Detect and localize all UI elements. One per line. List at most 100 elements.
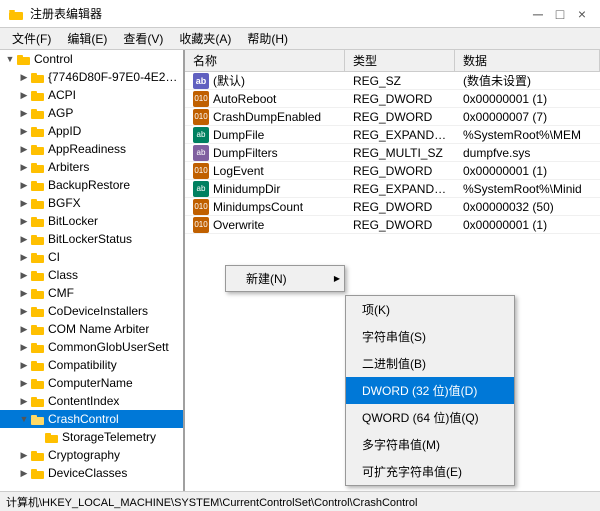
menu-item-v[interactable]: 查看(V) xyxy=(115,28,171,49)
tree-expander-crashcontrol: ▼ xyxy=(18,413,30,425)
new-menu-trigger[interactable]: 新建(N) xyxy=(226,266,344,291)
folder-icon-commonglobusersett xyxy=(30,339,46,355)
table-row[interactable]: abDumpFileREG_EXPAND_SZ%SystemRoot%\MEM xyxy=(185,126,600,144)
cell-name: 010MinidumpsCount xyxy=(185,198,345,216)
table-row[interactable]: 010OverwriteREG_DWORD0x00000001 (1) xyxy=(185,216,600,234)
tree-label-control: Control xyxy=(34,52,73,66)
tree-item-cryptography[interactable]: ▶Cryptography xyxy=(0,446,183,464)
value-name: MinidumpsCount xyxy=(213,200,303,214)
tree-item-bitlocker[interactable]: ▶BitLocker xyxy=(0,212,183,230)
menu-item-h[interactable]: 帮助(H) xyxy=(239,28,296,49)
cell-name: abDumpFile xyxy=(185,126,345,144)
tree-expander-acpi: ▶ xyxy=(18,89,30,101)
tree-item-comnamearbiter[interactable]: ▶COM Name Arbiter xyxy=(0,320,183,338)
tree-expander-contentindex: ▶ xyxy=(18,395,30,407)
tree-label-cmf: CMF xyxy=(48,286,74,300)
status-path: 计算机\HKEY_LOCAL_MACHINE\SYSTEM\CurrentCon… xyxy=(6,494,417,510)
tree-item-acpi[interactable]: ▶ACPI xyxy=(0,86,183,104)
tree-item-contentindex[interactable]: ▶ContentIndex xyxy=(0,392,183,410)
sub-menu: 项(K)字符串值(S)二进制值(B)DWORD (32 位)值(D)QWORD … xyxy=(345,295,515,486)
folder-icon-computername xyxy=(30,375,46,391)
value-icon: ab xyxy=(193,73,209,89)
table-row[interactable]: ab(默认)REG_SZ(数值未设置) xyxy=(185,72,600,90)
cell-name: abDumpFilters xyxy=(185,144,345,162)
value-icon: 010 xyxy=(193,109,209,125)
tree-item-cmf[interactable]: ▶CMF xyxy=(0,284,183,302)
value-name: CrashDumpEnabled xyxy=(213,110,321,124)
sub-menu-item[interactable]: 二进制值(B) xyxy=(346,350,514,377)
tree-label-7746: {7746D80F-97E0-4E26-... xyxy=(48,70,181,84)
cell-data: 0x00000001 (1) xyxy=(455,163,600,179)
tree-item-backuprestore[interactable]: ▶BackupRestore xyxy=(0,176,183,194)
menu-item-a[interactable]: 收藏夹(A) xyxy=(171,28,239,49)
tree-label-crashcontrol: CrashControl xyxy=(48,412,119,426)
tree-item-compatibility[interactable]: ▶Compatibility xyxy=(0,356,183,374)
cell-type: REG_DWORD xyxy=(345,163,455,179)
tree-item-ci[interactable]: ▶CI xyxy=(0,248,183,266)
sub-menu-item[interactable]: 字符串值(S) xyxy=(346,323,514,350)
folder-icon-contentindex xyxy=(30,393,46,409)
tree-expander-storagetelemetry xyxy=(32,431,44,443)
cell-data: %SystemRoot%\Minid xyxy=(455,181,600,197)
table-row[interactable]: abDumpFiltersREG_MULTI_SZdumpfve.sys xyxy=(185,144,600,162)
table-row[interactable]: 010AutoRebootREG_DWORD0x00000001 (1) xyxy=(185,90,600,108)
tree-item-agp[interactable]: ▶AGP xyxy=(0,104,183,122)
tree-item-appreadiness[interactable]: ▶AppReadiness xyxy=(0,140,183,158)
tree-expander-ci: ▶ xyxy=(18,251,30,263)
tree-item-appid[interactable]: ▶AppID xyxy=(0,122,183,140)
cell-name: ab(默认) xyxy=(185,71,345,90)
value-icon: 010 xyxy=(193,91,209,107)
menu-item-e[interactable]: 编辑(E) xyxy=(59,28,115,49)
tree-item-bgfx[interactable]: ▶BGFX xyxy=(0,194,183,212)
tree-label-bgfx: BGFX xyxy=(48,196,81,210)
cell-data: 0x00000007 (7) xyxy=(455,109,600,125)
tree-item-computername[interactable]: ▶ComputerName xyxy=(0,374,183,392)
sub-menu-item[interactable]: 项(K) xyxy=(346,296,514,323)
tree-expander-7746: ▶ xyxy=(18,71,30,83)
table-body: ab(默认)REG_SZ(数值未设置)010AutoRebootREG_DWOR… xyxy=(185,72,600,234)
folder-icon-crashcontrol xyxy=(30,411,46,427)
folder-icon-ci xyxy=(30,249,46,265)
menu-item-f[interactable]: 文件(F) xyxy=(4,28,59,49)
tree-item-control[interactable]: ▼Control xyxy=(0,50,183,68)
cell-name: abMinidumpDir xyxy=(185,180,345,198)
value-name: DumpFile xyxy=(213,128,264,142)
tree-item-crashcontrol[interactable]: ▼ CrashControl xyxy=(0,410,183,428)
value-name: (默认) xyxy=(213,72,245,89)
main-content: ▼Control▶{7746D80F-97E0-4E26-...▶ACPI▶AG… xyxy=(0,50,600,491)
tree-item-commonglobusersett[interactable]: ▶CommonGlobUserSett xyxy=(0,338,183,356)
sub-menu-item[interactable]: 可扩充字符串值(E) xyxy=(346,458,514,485)
table-row[interactable]: 010LogEventREG_DWORD0x00000001 (1) xyxy=(185,162,600,180)
tree-expander-cryptography: ▶ xyxy=(18,449,30,461)
tree-expander-agp: ▶ xyxy=(18,107,30,119)
cell-type: REG_EXPAND_SZ xyxy=(345,181,455,197)
tree-item-class[interactable]: ▶Class xyxy=(0,266,183,284)
sub-menu-item[interactable]: DWORD (32 位)值(D) xyxy=(346,377,514,404)
table-row[interactable]: 010MinidumpsCountREG_DWORD0x00000032 (50… xyxy=(185,198,600,216)
close-button[interactable]: × xyxy=(572,4,592,24)
col-header-name: 名称 xyxy=(185,50,345,71)
tree-label-appid: AppID xyxy=(48,124,81,138)
cell-data: 0x00000001 (1) xyxy=(455,217,600,233)
folder-icon-comnamearbiter xyxy=(30,321,46,337)
tree-item-deviceclasses[interactable]: ▶DeviceClasses xyxy=(0,464,183,482)
tree-label-backuprestore: BackupRestore xyxy=(48,178,130,192)
minimize-button[interactable]: ─ xyxy=(528,4,548,24)
table-header: 名称 类型 数据 xyxy=(185,50,600,72)
tree-item-7746[interactable]: ▶ {7746D80F-97E0-4E26-... xyxy=(0,68,183,86)
maximize-button[interactable]: □ xyxy=(550,4,570,24)
folder-icon-appreadiness xyxy=(30,141,46,157)
tree-item-storagetelemetry[interactable]: StorageTelemetry xyxy=(0,428,183,446)
sub-menu-item[interactable]: 多字符串值(M) xyxy=(346,431,514,458)
table-row[interactable]: 010CrashDumpEnabledREG_DWORD0x00000007 (… xyxy=(185,108,600,126)
value-icon: ab xyxy=(193,181,209,197)
folder-icon-bitlockerstatus xyxy=(30,231,46,247)
value-icon: 010 xyxy=(193,163,209,179)
tree-item-arbiters[interactable]: ▶Arbiters xyxy=(0,158,183,176)
table-row[interactable]: abMinidumpDirREG_EXPAND_SZ%SystemRoot%\M… xyxy=(185,180,600,198)
folder-icon-bitlocker xyxy=(30,213,46,229)
tree-label-computername: ComputerName xyxy=(48,376,133,390)
sub-menu-item[interactable]: QWORD (64 位)值(Q) xyxy=(346,404,514,431)
tree-item-bitlockerstatus[interactable]: ▶BitLockerStatus xyxy=(0,230,183,248)
tree-item-codeviceinstallers[interactable]: ▶CoDeviceInstallers xyxy=(0,302,183,320)
